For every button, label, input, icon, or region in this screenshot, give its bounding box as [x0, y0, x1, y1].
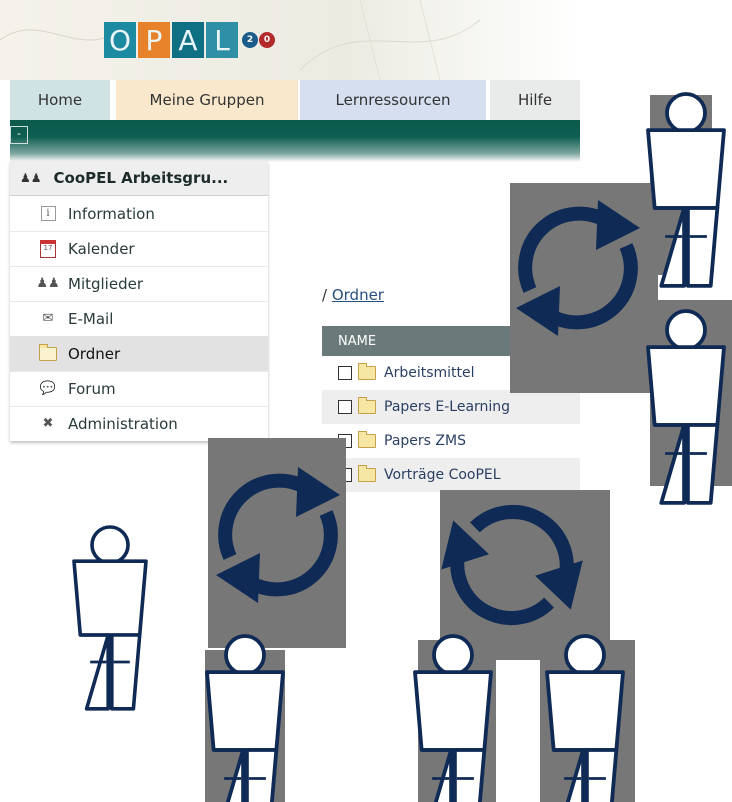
person-figure-icon	[205, 634, 285, 802]
collaboration-overlay	[72, 92, 726, 802]
person-figure-icon	[413, 634, 493, 802]
person-figure-icon	[72, 525, 148, 711]
sync-arrows-icon	[216, 467, 340, 603]
person-figure-icon	[545, 634, 625, 802]
person-figure-icon	[646, 92, 726, 288]
sync-arrows-icon	[427, 483, 597, 646]
sync-arrows-icon	[516, 200, 640, 336]
person-figure-icon	[646, 309, 726, 505]
